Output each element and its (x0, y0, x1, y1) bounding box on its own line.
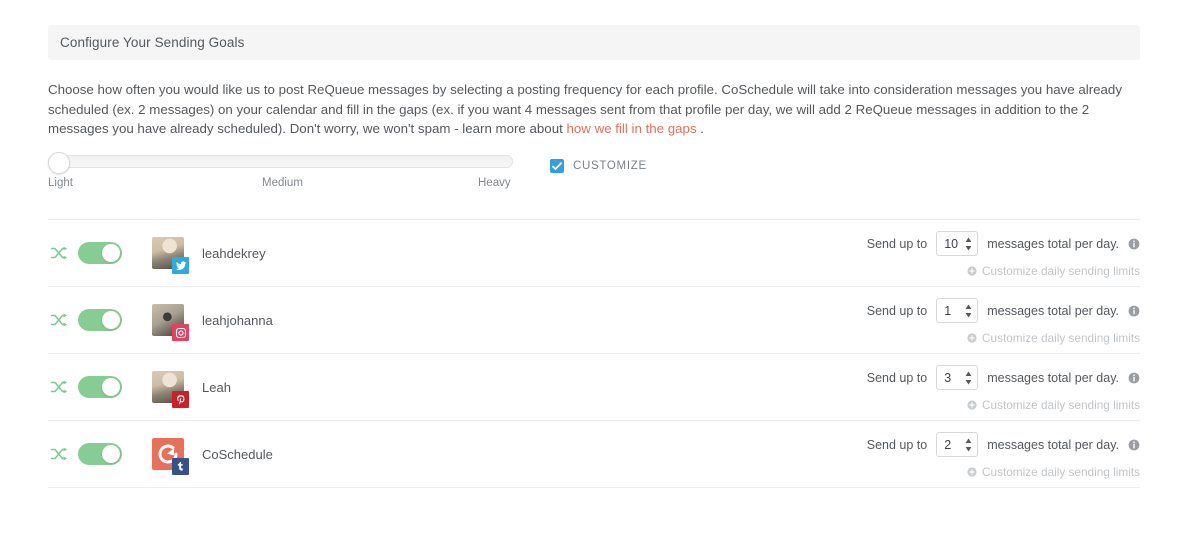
daily-limit-input[interactable]: 3 (936, 365, 979, 390)
info-icon[interactable] (1128, 305, 1140, 317)
avatar (152, 371, 189, 408)
messages-total-label: messages total per day. (987, 236, 1119, 251)
customize-daily-limits-label: Customize daily sending limits (981, 398, 1140, 412)
shuffle-icon[interactable] (50, 244, 68, 262)
daily-limit-value: 3 (944, 370, 952, 385)
slider-label-heavy: Heavy (478, 177, 511, 189)
customize-daily-limits-label: Customize daily sending limits (981, 264, 1140, 278)
daily-limit-input[interactable]: 10 (936, 231, 979, 256)
circle-plus-icon (967, 467, 977, 477)
row-controls: Send up to 3 messages total per day. Cus… (867, 365, 1140, 412)
tumblr-icon (172, 458, 189, 475)
frequency-slider[interactable]: Light Medium Heavy (48, 152, 513, 191)
daily-limit-control: Send up to 3 messages total per day. (867, 365, 1140, 390)
customize-checkbox[interactable] (550, 159, 564, 173)
circle-plus-icon (967, 266, 977, 276)
table-row: leahjohanna Send up to 1 messages total … (48, 286, 1140, 353)
check-icon (552, 162, 562, 170)
messages-total-label: messages total per day. (987, 370, 1119, 385)
avatar (152, 438, 189, 475)
shuffle-icon[interactable] (50, 445, 68, 463)
messages-total-label: messages total per day. (987, 303, 1119, 318)
profile-name: Leah (202, 379, 231, 395)
pinterest-icon (172, 391, 189, 408)
customize-checkbox-group[interactable]: CUSTOMIZE (550, 159, 647, 173)
toggle-knob (102, 445, 120, 463)
profile-list: leahdekrey Send up to 10 messages total … (48, 219, 1140, 488)
customize-label: CUSTOMIZE (573, 160, 647, 172)
shuffle-icon[interactable] (50, 311, 68, 329)
row-controls: Send up to 10 messages total per day. Cu… (867, 231, 1140, 278)
intro-text-after-link: . (696, 121, 704, 136)
table-row: Leah Send up to 3 messages total per day… (48, 353, 1140, 420)
requeue-sending-goals-page: Configure Your Sending Goals Choose how … (0, 0, 1200, 535)
row-controls: Send up to 2 messages total per day. Cus… (867, 432, 1140, 479)
profile-name: CoSchedule (202, 446, 273, 462)
row-controls: Send up to 1 messages total per day. Cus… (867, 298, 1140, 345)
spinner-arrows-icon[interactable] (965, 303, 972, 319)
daily-limit-value: 1 (944, 303, 952, 318)
profile-enabled-toggle[interactable] (78, 376, 122, 398)
customize-daily-limits-link[interactable]: Customize daily sending limits (867, 465, 1140, 479)
profile-enabled-toggle[interactable] (78, 443, 122, 465)
slider-tick-labels: Light Medium Heavy (48, 177, 513, 191)
send-up-to-label: Send up to (866, 370, 928, 385)
toggle-knob (102, 378, 120, 396)
customize-daily-limits-link[interactable]: Customize daily sending limits (867, 264, 1140, 278)
table-row: CoSchedule Send up to 2 messages total p… (48, 420, 1140, 488)
slider-label-medium: Medium (262, 177, 303, 189)
info-icon[interactable] (1128, 372, 1140, 384)
info-icon[interactable] (1128, 439, 1140, 451)
daily-limit-input[interactable]: 1 (936, 298, 979, 323)
daily-limit-value: 10 (944, 236, 959, 251)
table-row: leahdekrey Send up to 10 messages total … (48, 219, 1140, 286)
spinner-arrows-icon[interactable] (965, 437, 972, 453)
circle-plus-icon (967, 400, 977, 410)
daily-limit-control: Send up to 1 messages total per day. (867, 298, 1140, 323)
instagram-icon (172, 324, 189, 341)
toggle-knob (102, 244, 120, 262)
customize-daily-limits-label: Customize daily sending limits (981, 331, 1140, 345)
daily-limit-value: 2 (944, 437, 952, 452)
customize-daily-limits-label: Customize daily sending limits (981, 465, 1140, 479)
slider-label-light: Light (48, 177, 73, 189)
send-up-to-label: Send up to (866, 236, 928, 251)
profile-enabled-toggle[interactable] (78, 242, 122, 264)
daily-limit-control: Send up to 10 messages total per day. (867, 231, 1140, 256)
send-up-to-label: Send up to (866, 303, 928, 318)
shuffle-icon[interactable] (50, 378, 68, 396)
intro-paragraph: Choose how often you would like us to po… (48, 80, 1140, 139)
spinner-arrows-icon[interactable] (965, 370, 972, 386)
toggle-knob (102, 311, 120, 329)
circle-plus-icon (967, 333, 977, 343)
avatar (152, 237, 189, 274)
avatar (152, 304, 189, 341)
customize-daily-limits-link[interactable]: Customize daily sending limits (867, 398, 1140, 412)
send-up-to-label: Send up to (866, 437, 928, 452)
panel-header: Configure Your Sending Goals (48, 25, 1140, 60)
daily-limit-input[interactable]: 2 (936, 432, 979, 457)
profile-enabled-toggle[interactable] (78, 309, 122, 331)
twitter-icon (172, 257, 189, 274)
messages-total-label: messages total per day. (987, 437, 1119, 452)
info-icon[interactable] (1128, 238, 1140, 250)
profile-name: leahdekrey (202, 245, 266, 261)
slider-track[interactable] (48, 152, 513, 174)
page-title: Configure Your Sending Goals (60, 35, 245, 50)
profile-name: leahjohanna (202, 312, 273, 328)
customize-daily-limits-link[interactable]: Customize daily sending limits (867, 331, 1140, 345)
slider-handle[interactable] (48, 152, 70, 174)
how-we-fill-the-gaps-link[interactable]: how we fill in the gaps (567, 121, 697, 136)
daily-limit-control: Send up to 2 messages total per day. (867, 432, 1140, 457)
spinner-arrows-icon[interactable] (965, 236, 972, 252)
